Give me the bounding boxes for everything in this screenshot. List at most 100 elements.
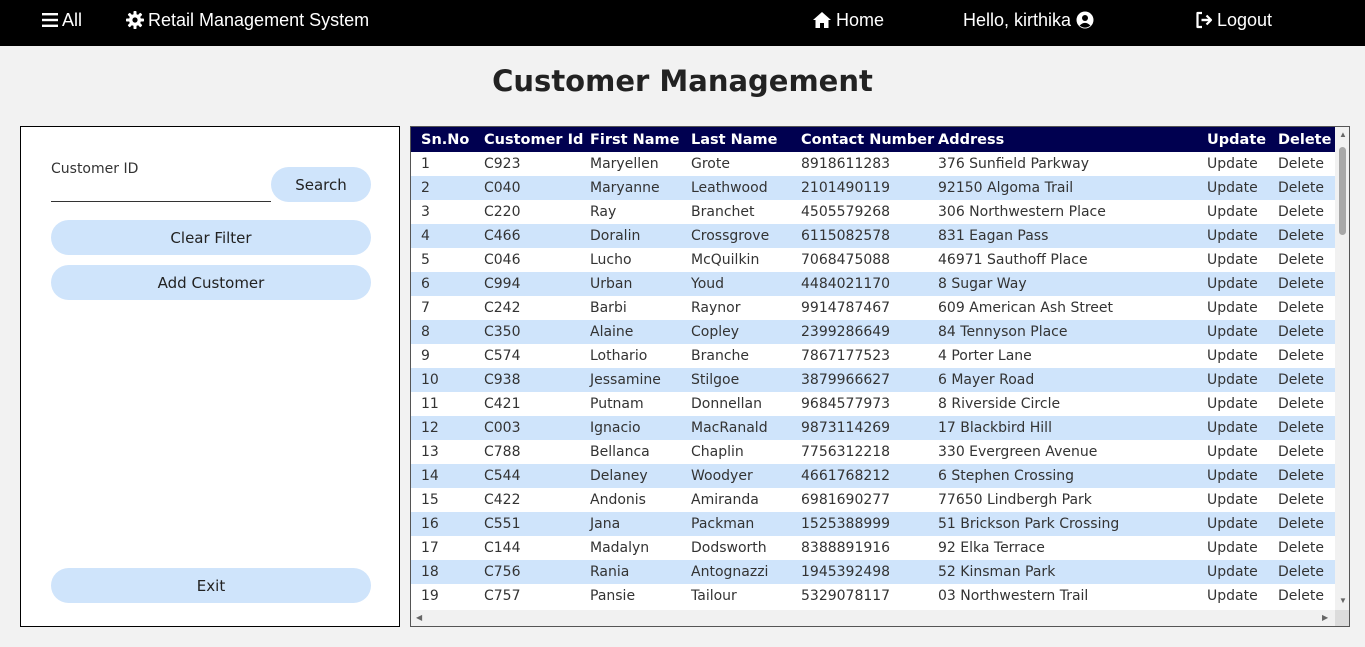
sn-no-cell: 3 <box>421 204 430 220</box>
scroll-right-arrow-icon[interactable]: ▶ <box>1322 614 1328 622</box>
menu-all-button[interactable]: All <box>42 0 82 40</box>
address-cell: 6 Stephen Crossing <box>928 464 1197 488</box>
logout-link[interactable]: Logout <box>1195 0 1272 40</box>
delete-link[interactable]: Delete <box>1268 296 1335 320</box>
address-cell: 92 Elka Terrace <box>938 540 1045 556</box>
update-link[interactable]: Update <box>1197 560 1268 584</box>
delete-link[interactable]: Delete <box>1268 584 1335 608</box>
update-link[interactable]: Update <box>1197 368 1268 392</box>
contact-number-cell: 4505579268 <box>801 204 891 220</box>
home-link[interactable]: Home <box>812 0 884 40</box>
delete-link[interactable]: Delete <box>1268 248 1335 272</box>
first-name-cell: Madalyn <box>590 540 650 556</box>
first-name-cell: Ray <box>590 204 617 220</box>
exit-button[interactable]: Exit <box>51 568 371 603</box>
customer-table-scroll-area[interactable]: Sn.No Customer Id First Name Last Name Conta… <box>411 127 1335 610</box>
sn-no-cell: 11 <box>421 396 439 412</box>
first-name-cell: Ignacio <box>580 416 681 440</box>
customer-table: Sn.No Customer Id First Name Last Name Conta… <box>411 127 1335 608</box>
table-row: 5 C046 Lucho McQuilkin 7068475088 46971 Sauth… <box>411 248 1335 272</box>
first-name-cell: Rania <box>580 560 681 584</box>
update-link[interactable]: Update <box>1197 320 1268 344</box>
customer-id-input[interactable] <box>51 179 271 202</box>
sn-no-cell: 8 <box>411 320 474 344</box>
delete-link[interactable]: Delete <box>1268 560 1335 584</box>
update-link[interactable]: Update <box>1197 584 1268 608</box>
delete-link[interactable]: Delete <box>1268 368 1335 392</box>
search-button[interactable]: Search <box>271 167 371 202</box>
update-link[interactable]: Update <box>1197 440 1268 464</box>
customer-id-cell: C466 <box>474 224 580 248</box>
menu-all-label: All <box>62 9 83 30</box>
table-row: 2 C040 Maryanne Leathwood 2101490119 92150 Al… <box>411 176 1335 200</box>
delete-link[interactable]: Delete <box>1268 320 1335 344</box>
table-row: 13 C788 Bellanca Chaplin 7756312218 330 Everg… <box>411 440 1335 464</box>
delete-link[interactable]: Delete <box>1268 440 1335 464</box>
scroll-down-arrow-icon[interactable]: ▼ <box>1339 597 1347 605</box>
address-cell: 92150 Algoma Trail <box>928 176 1197 200</box>
first-name-cell: Maryellen <box>590 156 659 172</box>
address-cell: 03 Northwestern Trail <box>938 588 1089 604</box>
vertical-scroll-thumb[interactable] <box>1339 147 1346 235</box>
filter-panel: Customer ID Search Clear Filter Add Cust… <box>20 126 400 627</box>
update-link[interactable]: Update <box>1197 536 1268 560</box>
delete-link[interactable]: Delete <box>1268 464 1335 488</box>
update-link[interactable]: Update <box>1197 200 1268 224</box>
delete-link[interactable]: Delete <box>1268 392 1335 416</box>
sn-no-cell: 13 <box>421 444 439 460</box>
customer-id-cell: C757 <box>484 588 521 604</box>
contact-number-cell: 2101490119 <box>791 176 928 200</box>
update-link[interactable]: Update <box>1197 176 1268 200</box>
delete-link[interactable]: Delete <box>1268 200 1335 224</box>
clear-filter-button[interactable]: Clear Filter <box>51 220 371 255</box>
update-link[interactable]: Update <box>1197 344 1268 368</box>
update-link[interactable]: Update <box>1197 416 1268 440</box>
scrollbar-corner <box>1335 610 1349 626</box>
add-customer-button[interactable]: Add Customer <box>51 265 371 300</box>
last-name-cell: Tailour <box>691 588 737 604</box>
horizontal-scrollbar[interactable]: ◀ ▶ <box>411 610 1335 626</box>
update-link[interactable]: Update <box>1197 464 1268 488</box>
brand-title: Retail Management System <box>148 9 370 30</box>
scroll-left-arrow-icon[interactable]: ◀ <box>416 614 422 622</box>
greeting-text: Hello, kirthika <box>963 9 1072 30</box>
address-cell: 8 Riverside Circle <box>938 396 1061 412</box>
scroll-up-arrow-icon[interactable]: ▲ <box>1339 131 1347 139</box>
last-name-cell: Dodsworth <box>691 540 767 556</box>
update-link[interactable]: Update <box>1197 248 1268 272</box>
customer-id-cell: C994 <box>474 272 580 296</box>
sn-no-cell: 14 <box>411 464 474 488</box>
user-greeting[interactable]: Hello, kirthika <box>963 0 1094 40</box>
last-name-cell: Leathwood <box>681 176 791 200</box>
delete-link[interactable]: Delete <box>1268 344 1335 368</box>
sn-no-cell: 7 <box>421 300 430 316</box>
vertical-scrollbar[interactable]: ▲ ▼ <box>1335 127 1349 610</box>
contact-number-cell: 9914787467 <box>801 300 891 316</box>
last-name-cell: Branche <box>691 348 749 364</box>
update-link[interactable]: Update <box>1197 512 1268 536</box>
update-link[interactable]: Update <box>1197 392 1268 416</box>
delete-link[interactable]: Delete <box>1268 272 1335 296</box>
update-link[interactable]: Update <box>1197 296 1268 320</box>
update-link[interactable]: Update <box>1197 488 1268 512</box>
customer-table-panel: Sn.No Customer Id First Name Last Name Conta… <box>410 126 1350 627</box>
col-address-header: Address <box>928 127 1197 152</box>
hamburger-icon <box>42 13 58 27</box>
update-link[interactable]: Update <box>1197 224 1268 248</box>
last-name-cell: Stilgoe <box>681 368 791 392</box>
delete-link[interactable]: Delete <box>1268 152 1335 176</box>
last-name-cell: Packman <box>681 512 791 536</box>
delete-link[interactable]: Delete <box>1268 512 1335 536</box>
delete-link[interactable]: Delete <box>1268 536 1335 560</box>
update-link[interactable]: Update <box>1197 152 1268 176</box>
delete-link[interactable]: Delete <box>1268 176 1335 200</box>
home-icon <box>813 12 831 28</box>
last-name-cell: Donnellan <box>691 396 762 412</box>
delete-link[interactable]: Delete <box>1268 224 1335 248</box>
page-title: Customer Management <box>492 64 873 98</box>
brand[interactable]: Retail Management System <box>126 0 369 40</box>
address-cell: 17 Blackbird Hill <box>928 416 1197 440</box>
delete-link[interactable]: Delete <box>1268 488 1335 512</box>
update-link[interactable]: Update <box>1197 272 1268 296</box>
delete-link[interactable]: Delete <box>1268 416 1335 440</box>
